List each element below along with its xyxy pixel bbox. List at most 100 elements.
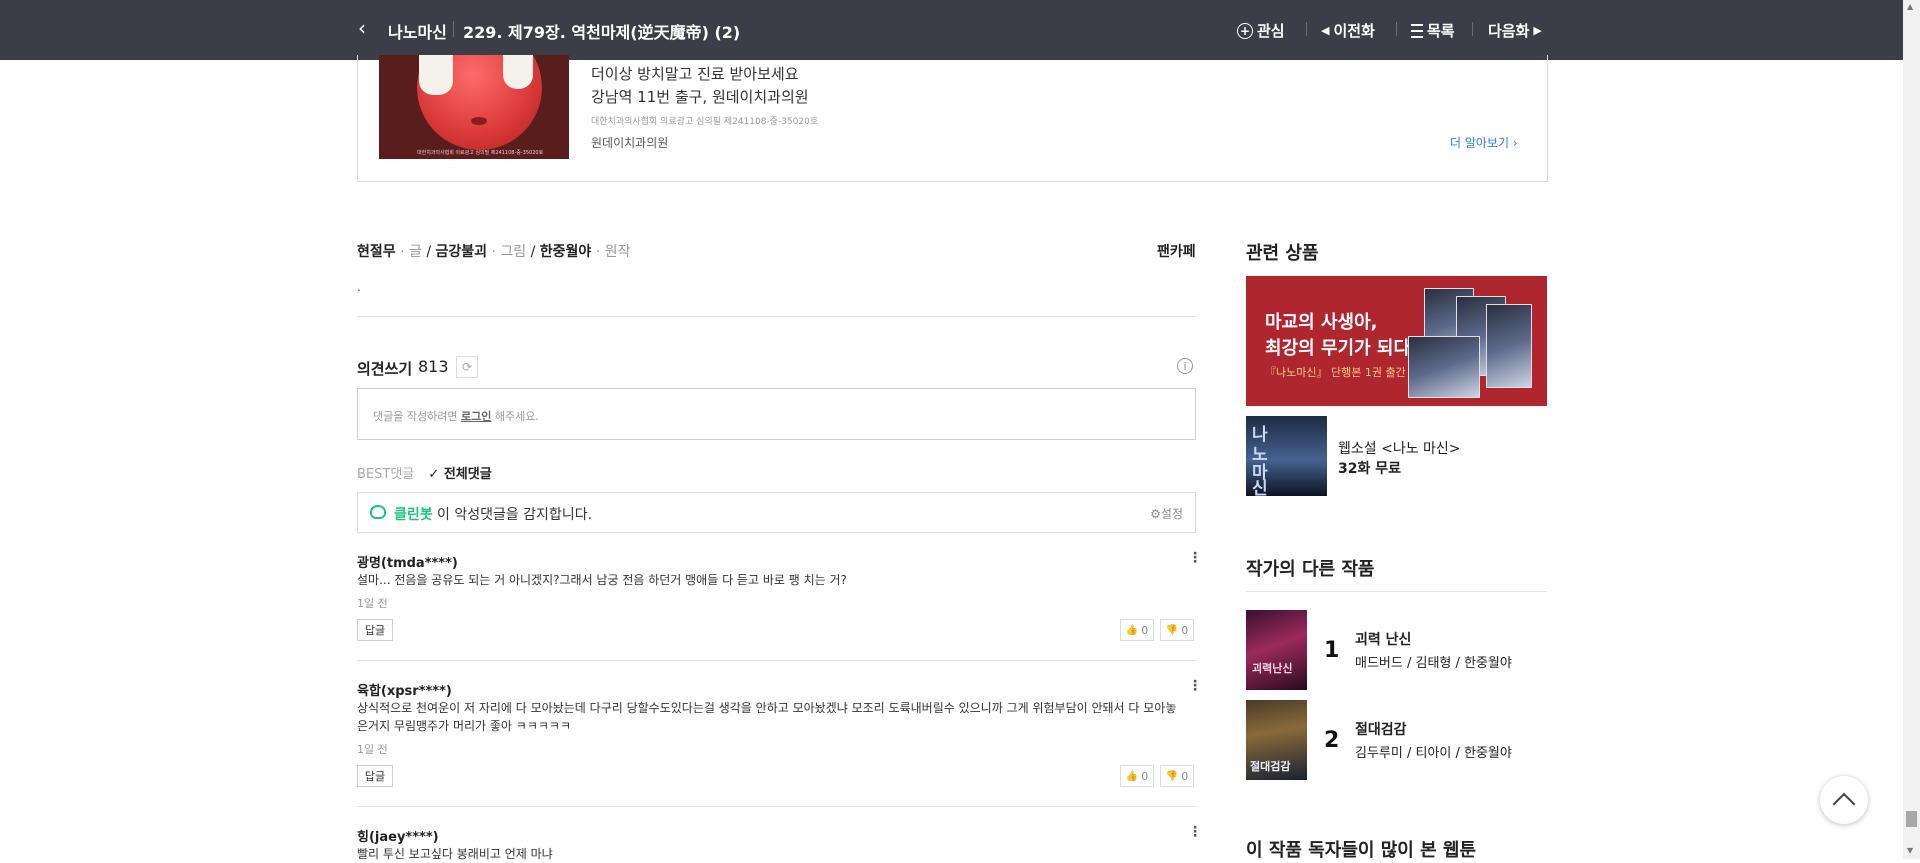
- ad-image[interactable]: 대한치과의사협회 의료광고 심의필 제241108-중-35020호: [379, 55, 569, 159]
- thumbnail-title-text: 괴력난신: [1252, 662, 1293, 675]
- like-button[interactable]: 👍 0: [1120, 765, 1154, 787]
- chevron-up-icon: [1832, 792, 1856, 815]
- comment-text: 설마... 전음을 공유도 되는 거 아니겠지?그래서 남궁 전음 하던거 맹애…: [357, 573, 847, 587]
- ad-learn-more-link[interactable]: 더 알아보기 ›: [1450, 134, 1518, 151]
- work-rank: 2: [1324, 728, 1340, 753]
- plus-circle-icon: +: [1237, 22, 1253, 39]
- dislike-button[interactable]: 👎 0: [1160, 619, 1194, 641]
- ad-image-fine-print: 대한치과의사협회 의료광고 심의필 제241108-중-35020호: [417, 150, 544, 156]
- page-scrollbar[interactable]: ▲ ▼: [1903, 0, 1920, 859]
- interest-button[interactable]: + 관심: [1237, 20, 1285, 41]
- work-title[interactable]: 절대검감: [1355, 719, 1407, 739]
- product-free-label: 32화 무료: [1338, 461, 1401, 477]
- original-role: 원작: [604, 244, 631, 260]
- comment-divider: [357, 806, 1197, 807]
- cleanbot-name: 클린봇: [394, 507, 433, 523]
- comments-count: 813: [418, 357, 449, 376]
- thumbs-down-icon: 👎: [1165, 624, 1179, 636]
- thumbs-up-icon: 👍: [1125, 624, 1139, 636]
- comment-divider: [357, 660, 1197, 661]
- section-divider: [357, 316, 1197, 317]
- work-authors: 김두루미 / 티아이 / 한중월야: [1355, 746, 1512, 761]
- ad-review-notice: 대한치과의사협회 의료광고 심의필 제241108-중-35020호: [591, 117, 819, 127]
- cleanbot-text: 이 악성댓글을 감지합니다.: [437, 507, 593, 523]
- scroll-down-arrow-icon[interactable]: ▼: [1907, 846, 1913, 855]
- episode-list-label: 목록: [1427, 22, 1455, 40]
- cleanbot-settings-button[interactable]: ⚙설정: [1150, 505, 1183, 522]
- comment-text: 상식적으로 천여운이 저 자리에 다 모아놨는데 다구리 당할수도있다는걸 생각…: [357, 701, 1177, 733]
- comment-author[interactable]: 광명(tmda****): [357, 552, 458, 571]
- refresh-icon[interactable]: ⟳: [456, 356, 478, 378]
- episode-list-button[interactable]: 목록: [1411, 20, 1455, 41]
- comment-tabs: BEST댓글 ✓ 전체댓글: [357, 463, 492, 482]
- thumbs-down-icon: 👎: [1165, 770, 1179, 782]
- ad-headline[interactable]: 더이상 방치말고 진료 받아보세요: [591, 63, 799, 84]
- section-divider: [1246, 591, 1547, 592]
- thumbnail-title-text: 절대검감: [1250, 760, 1291, 773]
- more-options-icon[interactable]: ⋮: [1188, 824, 1202, 840]
- caret-right-icon: ▶: [1533, 24, 1542, 37]
- comment-date: 1일 전: [357, 743, 388, 756]
- work-title[interactable]: 괴력 난신: [1355, 629, 1411, 649]
- top-navigation-bar: ‹ 나노마신 229. 제79장. 역천마제(逆天魔帝) (2) + 관심 ◀ …: [0, 0, 1903, 60]
- login-link[interactable]: 로그인: [461, 410, 491, 423]
- comment-author[interactable]: 육합(xpsr****): [357, 680, 452, 699]
- reply-button[interactable]: 답글: [357, 619, 393, 641]
- fancafe-link[interactable]: 팬카페: [1157, 241, 1196, 261]
- book-cover-image: [1486, 304, 1532, 388]
- book-release-banner[interactable]: 마교의 사생아, 최강의 무기가 되다! 『나노마신』 단행본 1권 출간: [1246, 276, 1547, 406]
- work-thumbnail[interactable]: 절대검감: [1246, 700, 1307, 780]
- creator-credits: 현절무 · 글 / 금강불괴 · 그림 / 한중월야 · 원작: [357, 244, 631, 260]
- author-note: .: [357, 280, 361, 294]
- comment-date: 1일 전: [357, 597, 388, 610]
- original-author-name[interactable]: 한중월야: [540, 244, 592, 260]
- scroll-up-arrow-icon[interactable]: ▲: [1907, 2, 1913, 11]
- next-episode-button[interactable]: 다음화 ▶: [1488, 20, 1542, 41]
- work-authors: 매드버드 / 김태형 / 한중월야: [1355, 656, 1512, 671]
- ad-subline[interactable]: 강남역 11번 출구, 원데이치과의원: [591, 86, 809, 107]
- artist-name[interactable]: 금강불괴: [436, 244, 488, 260]
- artist-role: 그림: [500, 244, 527, 260]
- info-icon[interactable]: i: [1177, 358, 1193, 374]
- comment-author[interactable]: 힝(jaey****): [357, 826, 439, 845]
- work-thumbnail[interactable]: 괴력난신: [1246, 610, 1307, 690]
- comment-login-prompt: 댓글을 작성하려면 로그인 해주세요.: [373, 410, 539, 423]
- comment-text: 빨리 투신 보고싶다 봉래비고 언제 마냐: [357, 847, 553, 861]
- interest-label: 관심: [1257, 22, 1285, 40]
- list-icon: [1411, 23, 1423, 38]
- reply-button[interactable]: 답글: [357, 765, 393, 787]
- prev-episode-label: 이전화: [1333, 22, 1375, 40]
- prev-episode-button[interactable]: ◀ 이전화: [1321, 20, 1375, 41]
- ad-advertiser[interactable]: 원데이치과의원: [591, 134, 668, 151]
- more-options-icon[interactable]: ⋮: [1188, 550, 1202, 566]
- book-cover-image: [1408, 336, 1480, 398]
- work-rank: 1: [1324, 638, 1340, 663]
- comment-input-box[interactable]: 댓글을 작성하려면 로그인 해주세요.: [357, 388, 1196, 440]
- back-chevron-icon[interactable]: ‹: [358, 16, 366, 40]
- nav-divider: [1396, 22, 1397, 36]
- product-name[interactable]: 웹소설 <나노 마신>: [1338, 438, 1461, 458]
- nav-divider: [1306, 22, 1307, 36]
- gear-icon: ⚙: [1150, 507, 1161, 521]
- dislike-button[interactable]: 👎 0: [1160, 765, 1194, 787]
- more-options-icon[interactable]: ⋮: [1188, 678, 1202, 694]
- tab-best-comments[interactable]: BEST댓글: [357, 467, 414, 482]
- other-works-title: 작가의 다른 작품: [1246, 559, 1375, 580]
- next-episode-label: 다음화: [1488, 22, 1530, 40]
- thumbs-up-icon: 👍: [1125, 770, 1139, 782]
- cleanbot-icon: [370, 505, 386, 519]
- series-title-link[interactable]: 나노마신: [388, 19, 447, 43]
- tab-all-comments[interactable]: ✓ 전체댓글: [428, 467, 491, 482]
- banner-headline: 최강의 무기가 되다!: [1265, 338, 1419, 359]
- like-button[interactable]: 👍 0: [1120, 619, 1154, 641]
- banner-headline: 마교의 사생아,: [1265, 312, 1378, 333]
- ad-card[interactable]: 대한치과의사협회 의료광고 심의필 제241108-중-35020호 더이상 방…: [357, 55, 1548, 182]
- title-divider: [453, 21, 454, 37]
- related-products-title: 관련 상품: [1246, 243, 1319, 264]
- cleanbot-banner: 클린봇 이 악성댓글을 감지합니다. ⚙설정: [357, 492, 1196, 533]
- writer-name[interactable]: 현절무: [357, 244, 396, 260]
- webnovel-thumbnail[interactable]: 나 노 마 신: [1246, 416, 1327, 496]
- ad-illustration-tooth: [503, 55, 533, 89]
- scrollbar-thumb[interactable]: [1906, 811, 1917, 827]
- scroll-to-top-button[interactable]: [1820, 776, 1868, 824]
